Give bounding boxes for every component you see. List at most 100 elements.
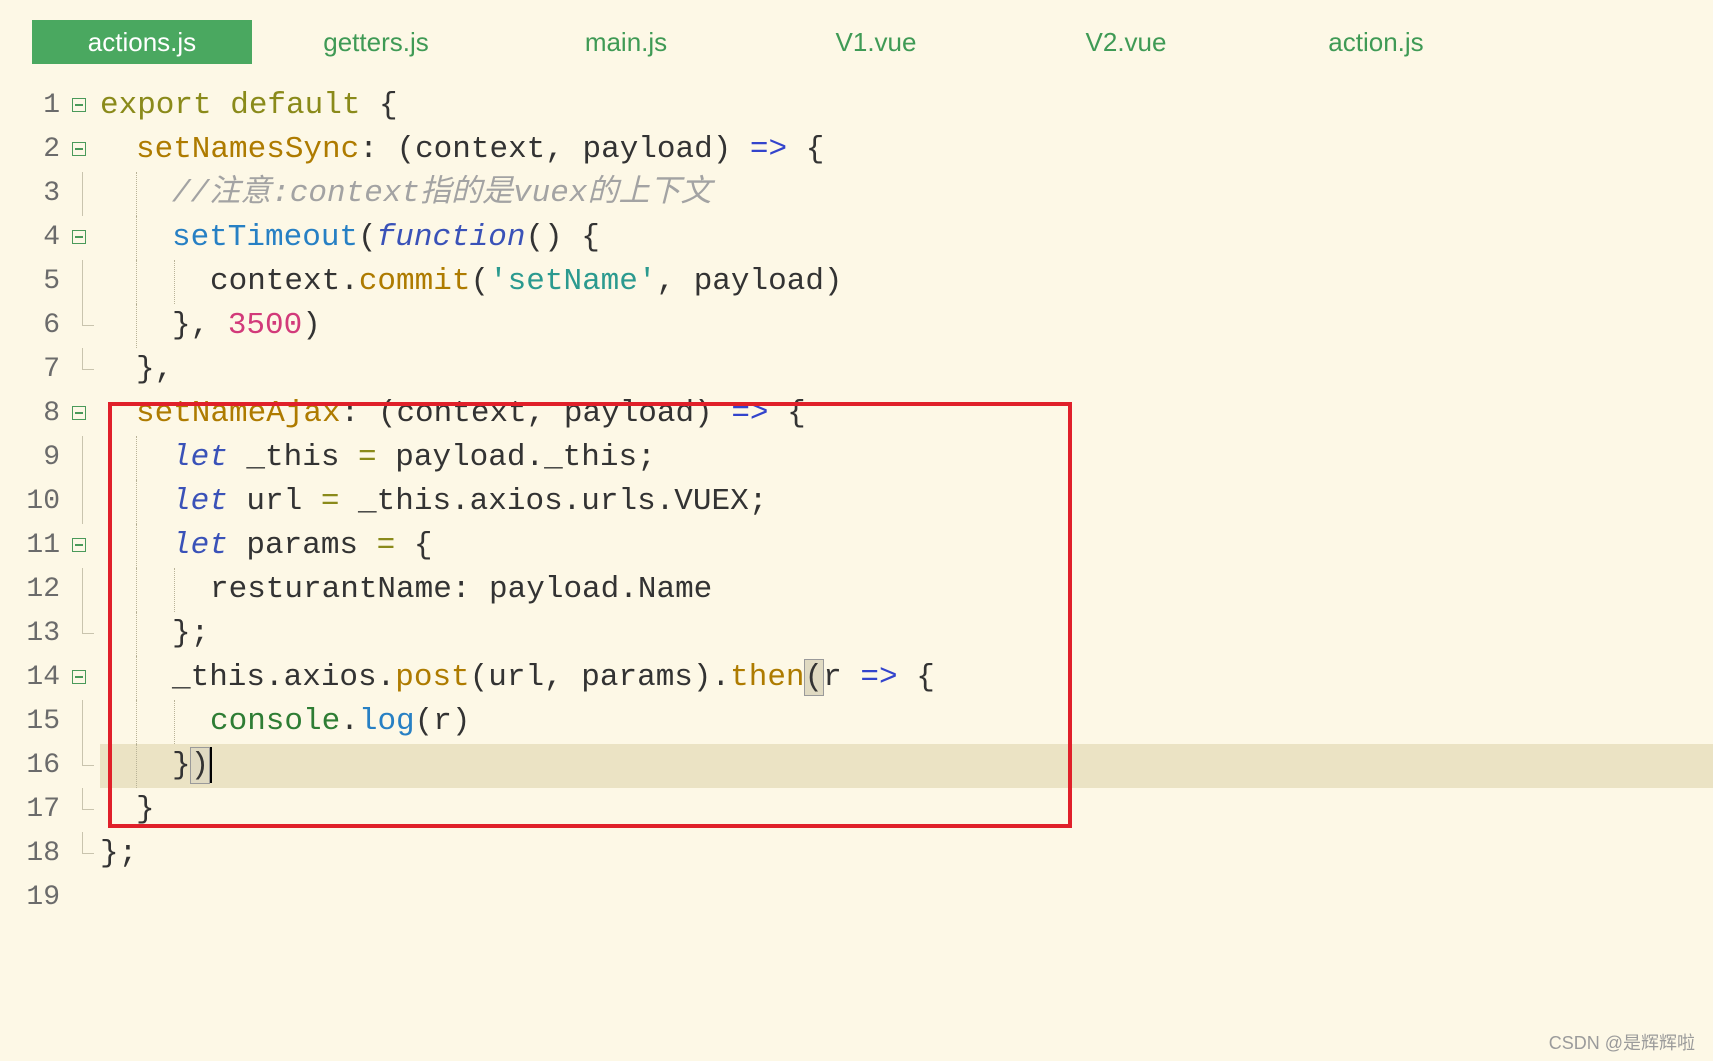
indent-guide <box>136 304 137 348</box>
code-line[interactable]: 11 let params = { <box>0 524 1713 568</box>
current-line-highlight <box>100 744 1713 788</box>
indent-guide <box>136 436 137 480</box>
indent-guide <box>136 480 137 524</box>
code-editor[interactable]: 1 export default { 2 setNamesSync: (cont… <box>0 84 1713 920</box>
code-text: setNameAjax: (context, payload) => { <box>136 392 806 436</box>
token: { <box>360 88 398 123</box>
code-text: _this.axios.post(url, params).then(r => … <box>172 656 935 700</box>
token: resturantName: payload.Name <box>210 572 713 607</box>
token: }; <box>172 616 210 651</box>
code-line[interactable]: 15 console.log(r) <box>0 700 1713 744</box>
code-line[interactable]: 10 let url = _this.axios.urls.VUEX; <box>0 480 1713 524</box>
token: : <box>359 132 378 167</box>
code-text: let url = _this.axios.urls.VUEX; <box>172 480 767 524</box>
function-call: setTimeout <box>172 220 359 255</box>
code-line[interactable]: 17 } <box>0 788 1713 832</box>
tab-main-js[interactable]: main.js <box>516 20 736 64</box>
fold-end <box>82 832 94 854</box>
fold-guide <box>82 172 83 216</box>
fold-toggle-icon[interactable] <box>72 538 86 552</box>
code-text: resturantName: payload.Name <box>210 568 712 612</box>
code-text: }) <box>172 744 213 788</box>
code-text: setNamesSync: (context, payload) => { <box>136 128 824 172</box>
fold-end <box>82 788 94 810</box>
code-line[interactable]: 6 }, 3500) <box>0 304 1713 348</box>
tab-v2-vue[interactable]: V2.vue <box>1016 20 1236 64</box>
line-number: 8 <box>43 398 60 429</box>
token: , payload) <box>656 264 843 299</box>
code-line[interactable]: 7 }, <box>0 348 1713 392</box>
line-number: 10 <box>26 486 60 517</box>
token: { <box>768 396 806 431</box>
indent-guide <box>136 260 137 304</box>
fold-toggle-icon[interactable] <box>72 142 86 156</box>
token: () { <box>525 220 600 255</box>
token: . <box>340 704 359 739</box>
fold-guide <box>82 568 83 612</box>
indent-guide <box>136 656 137 700</box>
indent-guide <box>136 612 137 656</box>
tab-getters-js[interactable]: getters.js <box>266 20 486 64</box>
matched-bracket: ( <box>803 659 825 696</box>
code-text: let _this = payload._this; <box>172 436 656 480</box>
fold-end <box>82 304 94 326</box>
line-number: 13 <box>26 618 60 649</box>
line-number: 14 <box>26 662 60 693</box>
indent-guide <box>136 216 137 260</box>
current-code-line[interactable]: 16 }) <box>0 744 1713 788</box>
tab-actions-js[interactable]: actions.js <box>32 20 252 64</box>
indent-guide <box>174 260 175 304</box>
token: payload._this; <box>376 440 656 475</box>
code-text: context.commit('setName', payload) <box>210 260 843 304</box>
token: (context, payload) <box>359 396 732 431</box>
code-text: export default { <box>100 84 398 128</box>
indent-guide <box>136 568 137 612</box>
tab-v1-vue[interactable]: V1.vue <box>766 20 986 64</box>
indent-guide <box>174 568 175 612</box>
code-text: }, <box>136 348 173 392</box>
fold-toggle-icon[interactable] <box>72 406 86 420</box>
fold-toggle-icon[interactable] <box>72 98 86 112</box>
code-line[interactable]: 9 let _this = payload._this; <box>0 436 1713 480</box>
keyword-let: let <box>172 440 228 475</box>
code-line[interactable]: 3 //注意:context指的是vuex的上下文 <box>0 172 1713 216</box>
fold-toggle-icon[interactable] <box>72 670 86 684</box>
method-call: post <box>395 660 470 695</box>
arrow-operator: => <box>731 396 769 431</box>
code-text: }; <box>100 832 137 876</box>
code-line[interactable]: 19 <box>0 876 1713 920</box>
token: ( <box>470 264 490 299</box>
method-name: setNamesSync <box>136 132 360 167</box>
tab-action-js[interactable]: action.js <box>1266 20 1486 64</box>
code-line[interactable]: 8 setNameAjax: (context, payload) => { <box>0 392 1713 436</box>
code-line[interactable]: 18 }; <box>0 832 1713 876</box>
token: (r) <box>414 704 471 739</box>
code-text: console.log(r) <box>210 700 470 744</box>
code-line[interactable]: 2 setNamesSync: (context, payload) => { <box>0 128 1713 172</box>
code-line[interactable]: 13 }; <box>0 612 1713 656</box>
code-line[interactable]: 12 resturantName: payload.Name <box>0 568 1713 612</box>
string-literal: 'setName' <box>489 264 657 299</box>
fold-toggle-icon[interactable] <box>72 230 86 244</box>
code-text: setTimeout(function() { <box>172 216 600 260</box>
fold-end <box>82 348 94 370</box>
line-number: 1 <box>43 90 60 121</box>
code-line[interactable]: 4 setTimeout(function() { <box>0 216 1713 260</box>
fold-guide <box>82 700 83 744</box>
code-line[interactable]: 5 context.commit('setName', payload) <box>0 260 1713 304</box>
token: }; <box>100 836 138 871</box>
comment: //注意:context指的是vuex的上下文 <box>172 176 712 211</box>
line-number: 4 <box>43 222 60 253</box>
indent-guide <box>136 172 137 216</box>
line-number: 19 <box>26 882 60 913</box>
watermark: CSDN @是辉辉啦 <box>1548 1033 1695 1053</box>
code-line[interactable]: 1 export default { <box>0 84 1713 128</box>
line-number: 7 <box>43 354 60 385</box>
token: (url, params). <box>469 660 731 695</box>
token: _this.axios.urls.VUEX; <box>339 484 768 519</box>
code-line[interactable]: 14 _this.axios.post(url, params).then(r … <box>0 656 1713 700</box>
method-name: setNameAjax <box>136 396 341 431</box>
fold-guide <box>82 480 83 524</box>
line-number: 17 <box>26 794 60 825</box>
token: : <box>340 396 360 431</box>
